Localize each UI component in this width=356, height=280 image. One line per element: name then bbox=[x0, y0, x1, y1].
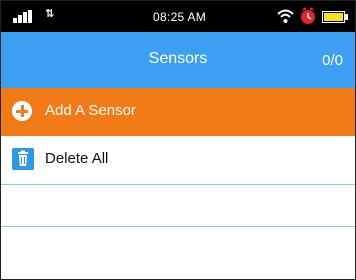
status-time: 08:25 AM bbox=[153, 10, 207, 24]
delete-all-button[interactable]: Delete All bbox=[1, 136, 355, 184]
delete-all-label: Delete All bbox=[45, 150, 109, 167]
signal-icon bbox=[13, 10, 37, 23]
trash-icon bbox=[12, 148, 34, 170]
status-bar: ⇅ 08:25 AM bbox=[1, 1, 355, 32]
list-divider bbox=[1, 226, 355, 227]
add-sensor-button[interactable]: Add A Sensor bbox=[1, 88, 355, 136]
battery-icon bbox=[322, 11, 348, 23]
app-screen: ⇅ 08:25 AM Sensors 0/0 Add A Sensor Dele… bbox=[0, 0, 356, 280]
data-transfer-icon: ⇅ bbox=[45, 8, 55, 20]
alarm-icon bbox=[301, 7, 315, 24]
wifi-icon bbox=[277, 9, 294, 23]
list-divider bbox=[1, 184, 355, 185]
add-sensor-label: Add A Sensor bbox=[45, 102, 136, 119]
page-title: Sensors bbox=[148, 50, 208, 67]
plus-circle-icon bbox=[12, 101, 32, 121]
app-header: Sensors 0/0 bbox=[1, 32, 355, 88]
sensor-count: 0/0 bbox=[322, 52, 343, 69]
